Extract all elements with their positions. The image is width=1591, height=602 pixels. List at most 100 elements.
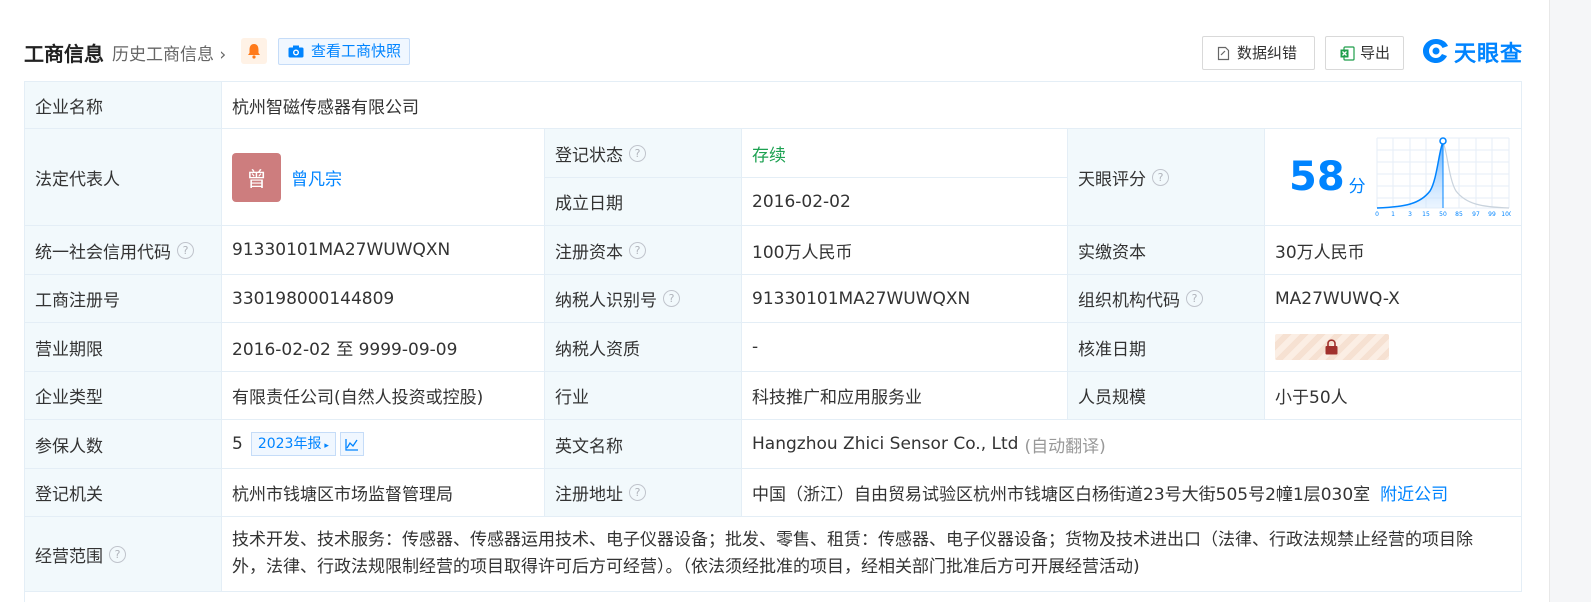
help-icon[interactable]: ? [109, 545, 126, 563]
help-icon[interactable]: ? [177, 241, 194, 259]
line-chart-icon [345, 439, 358, 451]
score-axis-tick: 3 [1408, 211, 1412, 218]
reg-capital-value: 100万人民币 [742, 226, 1068, 275]
tianyancha-logo: 天眼查 [1422, 36, 1524, 67]
insured-value: 5 [232, 434, 243, 454]
trend-chart-button[interactable] [339, 432, 364, 456]
help-icon[interactable]: ? [663, 290, 680, 307]
company-type-value: 有限责任公司(自然人投资或控股) [222, 372, 545, 420]
reg-capital-label-cell: 注册资本? [545, 226, 742, 275]
data-correction-label: 数据纠错 [1237, 44, 1298, 62]
score-axis-tick: 97 [1472, 211, 1480, 218]
biz-reg-no-label: 工商注册号 [25, 275, 222, 323]
legal-rep-cell: 曾 曾凡宗 [222, 129, 545, 226]
right-side-rail [1549, 0, 1591, 602]
lock-icon [1325, 339, 1338, 355]
english-name-value: Hangzhou Zhici Sensor Co., Ltd [752, 434, 1019, 454]
reg-authority-label: 登记机关 [25, 469, 222, 517]
chevron-right-icon: › [214, 45, 227, 65]
help-icon[interactable]: ? [1186, 290, 1203, 307]
help-icon[interactable]: ? [629, 241, 646, 259]
found-date-value: 2016-02-02 [742, 178, 1068, 226]
biz-reg-no-value: 330198000144809 [222, 275, 545, 323]
reg-status-label-cell: 登记状态? [545, 129, 742, 178]
reg-address-value: 中国（浙江）自由贸易试验区杭州市钱塘区白杨街道23号大街505号2幢1层030室 [752, 485, 1371, 505]
business-info-table: 企业名称 杭州智磁传感器有限公司 法定代表人 曾 曾凡宗 登记状态? 存续 成立… [24, 81, 1522, 602]
page: 工商信息 历史工商信息 › 查看工商快照 数据纠错 导出 天眼查 企业名称 杭州… [0, 0, 1591, 602]
scope-label-cell: 经营范围? [25, 517, 222, 592]
history-link[interactable]: 历史工商信息 › [112, 40, 226, 65]
reg-status-label: 登记状态 [555, 145, 623, 166]
annual-report-label: 2023年报 [257, 436, 322, 452]
logo-text: 天眼查 [1454, 42, 1524, 67]
score-axis-tick: 1 [1391, 211, 1395, 218]
staff-size-label: 人员规模 [1068, 372, 1265, 420]
caret-right-icon: ▸ [321, 441, 329, 451]
score-axis-tick: 99 [1488, 211, 1496, 218]
english-name-cell: Hangzhou Zhici Sensor Co., Ltd (自动翻译) [742, 420, 1522, 469]
camera-icon [288, 45, 304, 58]
insured-cell: 5 2023年报 ▸ [222, 420, 545, 469]
snapshot-button[interactable]: 查看工商快照 [278, 38, 410, 65]
taxpayer-id-value: 91330101MA27WUWQXN [742, 275, 1068, 323]
score-cell[interactable]: 58 分 0 1 3 15 50 85 97 99 100 [1265, 129, 1522, 226]
reg-address-label: 注册地址 [555, 485, 623, 505]
insured-label: 参保人数 [25, 420, 222, 469]
excel-icon [1340, 46, 1355, 61]
credit-code-label-cell: 统一社会信用代码? [25, 226, 222, 275]
approve-date-cell [1265, 323, 1522, 372]
reg-authority-value: 杭州市钱塘区市场监督管理局 [222, 469, 545, 517]
industry-value: 科技推广和应用服务业 [742, 372, 1068, 420]
section-header: 工商信息 历史工商信息 › 查看工商快照 数据纠错 导出 天眼查 [24, 36, 1524, 70]
score-axis-tick: 0 [1375, 211, 1379, 218]
export-label: 导出 [1360, 44, 1391, 62]
company-name-value: 杭州智磁传感器有限公司 [222, 82, 1522, 129]
reg-address-label-cell: 注册地址? [545, 469, 742, 517]
auto-translate-note: (自动翻译) [1024, 436, 1106, 457]
bell-icon [248, 44, 260, 59]
reg-capital-label: 注册资本 [555, 242, 623, 263]
taxpayer-id-label-cell: 纳税人识别号? [545, 275, 742, 323]
section-title: 工商信息 [24, 42, 104, 66]
nearby-companies-link[interactable]: 附近公司 [1380, 480, 1448, 505]
org-code-label-cell: 组织机构代码? [1068, 275, 1265, 323]
biz-term-value: 2016-02-02 至 9999-09-09 [222, 323, 545, 372]
edit-doc-icon [1217, 46, 1230, 61]
data-correction-button[interactable]: 数据纠错 [1202, 36, 1315, 70]
help-icon[interactable]: ? [629, 144, 646, 162]
company-name-label: 企业名称 [25, 82, 222, 129]
help-icon[interactable]: ? [1152, 168, 1169, 186]
score-axis-tick: 85 [1455, 211, 1463, 218]
help-icon[interactable]: ? [629, 484, 646, 501]
annual-report-tag[interactable]: 2023年报 ▸ [250, 432, 336, 456]
paid-capital-value: 30万人民币 [1265, 226, 1522, 275]
approve-date-label: 核准日期 [1068, 323, 1265, 372]
taxpayer-qual-label: 纳税人资质 [545, 323, 742, 372]
score-axis-tick: 15 [1422, 211, 1430, 218]
score-axis-tick: 100 [1501, 211, 1511, 218]
credit-code-label: 统一社会信用代码 [35, 242, 171, 263]
biz-term-label: 营业期限 [25, 323, 222, 372]
score-distribution-chart: 0 1 3 15 50 85 97 99 100 [1375, 137, 1511, 218]
org-code-label: 组织机构代码 [1078, 291, 1180, 311]
company-type-label: 企业类型 [25, 372, 222, 420]
monitor-bell-button[interactable] [241, 38, 267, 64]
locked-value-button[interactable] [1275, 334, 1389, 360]
taxpayer-qual-value: - [742, 323, 1068, 372]
scope-value: 技术开发、技术服务：传感器、传感器运用技术、电子仪器设备；批发、零售、租赁：传感… [222, 517, 1522, 592]
credit-code-value: 91330101MA27WUWQXN [222, 226, 545, 275]
export-button[interactable]: 导出 [1325, 36, 1404, 70]
snapshot-label: 查看工商快照 [311, 42, 402, 60]
reg-status-value: 存续 [742, 129, 1068, 178]
industry-label: 行业 [545, 372, 742, 420]
english-name-label: 英文名称 [545, 420, 742, 469]
taxpayer-id-label: 纳税人识别号 [555, 291, 657, 311]
org-code-value: MA27WUWQ-X [1265, 275, 1522, 323]
legal-rep-name-link[interactable]: 曾凡宗 [291, 165, 342, 190]
tianyancha-logo-icon [1423, 39, 1448, 63]
score-unit: 分 [1348, 176, 1366, 197]
reg-address-cell: 中国（浙江）自由贸易试验区杭州市钱塘区白杨街道23号大街505号2幢1层030室… [742, 469, 1522, 517]
scope-label: 经营范围 [35, 546, 103, 567]
avatar[interactable]: 曾 [232, 152, 281, 202]
found-date-label: 成立日期 [545, 178, 742, 226]
